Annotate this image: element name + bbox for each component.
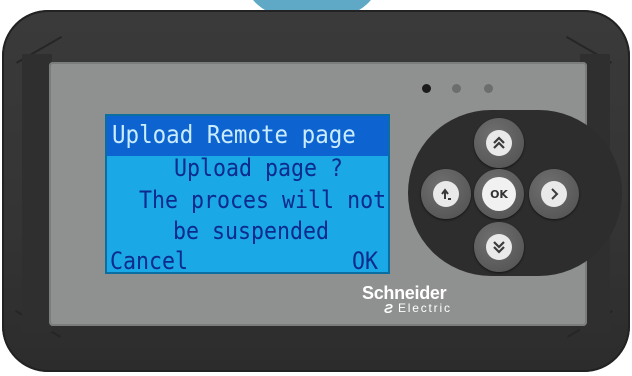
- lcd-screen: Upload Remote page Upload page ? The pro…: [105, 114, 390, 274]
- back-button[interactable]: [421, 169, 471, 219]
- softkey-ok-label: OK: [352, 247, 379, 274]
- brand-logo-mark: Ƨ: [384, 301, 393, 316]
- return-arrow-icon: [433, 181, 459, 207]
- lcd-line-2: The proces will not: [139, 186, 387, 214]
- ok-button[interactable]: OK: [474, 169, 524, 219]
- lcd-line-3: be suspended: [173, 217, 330, 245]
- up-button[interactable]: [474, 118, 524, 168]
- lcd-title: Upload Remote page: [112, 120, 356, 149]
- lcd-line-1: Upload page ?: [174, 154, 344, 182]
- softkey-cancel-label: Cancel: [110, 247, 189, 274]
- right-button[interactable]: [529, 169, 579, 219]
- ok-button-label: OK: [482, 177, 516, 211]
- down-button[interactable]: [474, 222, 524, 272]
- left-bezel: [22, 54, 52, 332]
- status-led-2: [452, 84, 461, 93]
- brand-logo-sub: Electric: [398, 301, 452, 315]
- double-chevron-up-icon: [486, 130, 512, 156]
- double-chevron-down-icon: [486, 234, 512, 260]
- status-led-3: [484, 84, 493, 93]
- chevron-right-icon: [541, 181, 567, 207]
- status-led-1: [422, 84, 431, 93]
